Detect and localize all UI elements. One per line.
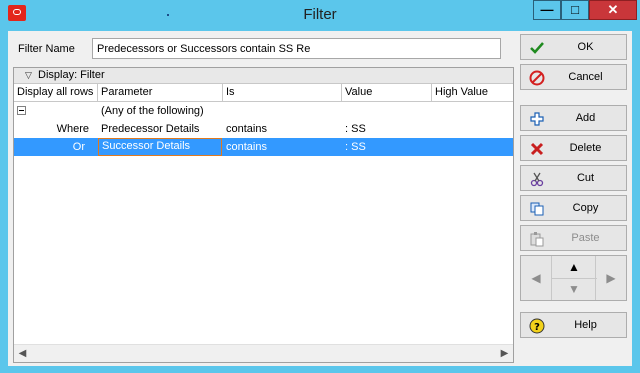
horizontal-scrollbar[interactable]: ◀ ▶ [14, 344, 513, 362]
help-button[interactable]: ? Help [520, 312, 627, 338]
row-high-value[interactable] [432, 120, 513, 138]
move-right-button[interactable]: ▶ [595, 256, 626, 300]
row-is[interactable]: contains [223, 138, 342, 156]
row-value[interactable]: : SS [342, 138, 432, 156]
minimize-button[interactable]: — [533, 0, 561, 20]
dialog-body: Filter Name ▽ Display: Filter Display al… [8, 31, 632, 366]
copy-icon [530, 202, 544, 216]
move-left-button[interactable]: ◀ [521, 256, 552, 300]
group-row[interactable]: (Any of the following) [14, 102, 513, 120]
column-header-parameter[interactable]: Parameter [98, 84, 223, 101]
help-button-label: Help [574, 319, 597, 331]
add-button-label: Add [575, 112, 596, 124]
move-navigator: ◀ ▲ ▼ ▶ [520, 255, 627, 301]
group-row-parameter: (Any of the following) [101, 105, 204, 117]
filter-name-input[interactable] [92, 38, 501, 59]
row-parameter[interactable]: Predecessor Details [98, 120, 223, 138]
collapse-icon[interactable] [17, 106, 26, 115]
group-bar-label: Display: Filter [38, 69, 105, 81]
scroll-left-icon[interactable]: ◀ [14, 345, 31, 362]
cut-button[interactable]: Cut [520, 165, 627, 191]
checkmark-icon [530, 42, 544, 54]
filter-dialog: Filter — □ ✕ Filter Name ▽ Display: Filt… [0, 0, 640, 373]
delete-button[interactable]: Delete [520, 135, 627, 161]
scissors-icon [530, 172, 544, 187]
row-value[interactable]: : SS [342, 120, 432, 138]
add-icon [530, 112, 544, 126]
group-bar[interactable]: ▽ Display: Filter [14, 68, 513, 84]
row-display: Or [72, 141, 85, 153]
cancel-icon [529, 70, 545, 86]
copy-button-label: Copy [572, 202, 599, 214]
column-header-high-value[interactable]: High Value [432, 84, 513, 101]
close-button[interactable]: ✕ [589, 0, 637, 20]
paste-button[interactable]: Paste [520, 225, 627, 251]
move-up-button[interactable]: ▲ [551, 256, 597, 279]
svg-text:?: ? [534, 322, 540, 333]
help-icon: ? [529, 318, 545, 334]
scroll-right-icon[interactable]: ▶ [496, 345, 513, 362]
row-is[interactable]: contains [223, 120, 342, 138]
paste-button-label: Paste [571, 232, 600, 244]
title-bar: Filter — □ ✕ [0, 0, 640, 30]
move-down-button[interactable]: ▼ [551, 279, 597, 300]
cancel-button[interactable]: Cancel [520, 64, 627, 90]
grid-header: Display all rows Parameter Is Value High… [14, 84, 513, 102]
delete-button-label: Delete [569, 142, 602, 154]
column-header-value[interactable]: Value [342, 84, 432, 101]
column-header-display-all-rows[interactable]: Display all rows [14, 84, 98, 101]
table-row-selected[interactable]: Or Successor Details contains : SS [14, 138, 513, 156]
cut-button-label: Cut [576, 172, 595, 184]
cancel-button-label: Cancel [568, 71, 603, 83]
row-display: Where [56, 123, 89, 135]
table-row[interactable]: Where Predecessor Details contains : SS [14, 120, 513, 138]
maximize-button[interactable]: □ [561, 0, 589, 20]
chevron-down-icon[interactable]: ▽ [25, 70, 32, 81]
row-high-value[interactable] [432, 138, 513, 156]
paste-icon [530, 232, 544, 247]
parameter-edit-cell[interactable]: Successor Details [98, 138, 222, 156]
column-header-is[interactable]: Is [223, 84, 342, 101]
filter-grid[interactable]: ▽ Display: Filter Display all rows Param… [13, 67, 514, 363]
ok-button-label: OK [577, 41, 594, 53]
add-button[interactable]: Add [520, 105, 627, 131]
filter-name-label: Filter Name [18, 43, 75, 55]
ok-button[interactable]: OK [520, 34, 627, 60]
delete-icon [530, 142, 544, 156]
copy-button[interactable]: Copy [520, 195, 627, 221]
